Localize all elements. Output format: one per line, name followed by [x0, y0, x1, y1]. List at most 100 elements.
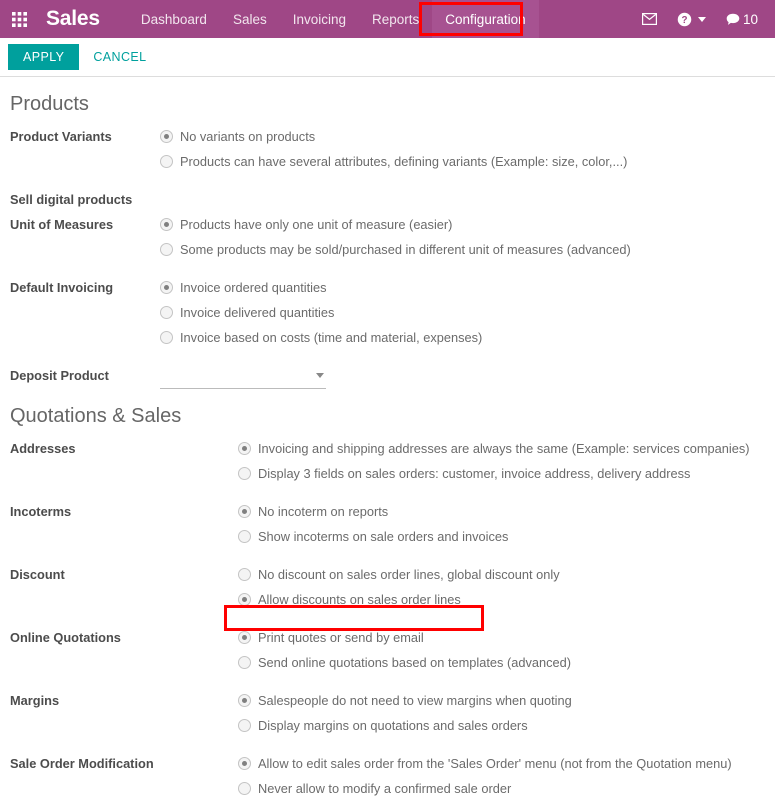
- radio-option[interactable]: Send online quotations based on template…: [238, 650, 775, 675]
- setting-label: Discount: [10, 567, 65, 582]
- radio-option[interactable]: Salespeople do not need to view margins …: [238, 688, 775, 713]
- mail-button[interactable]: [633, 0, 666, 38]
- radio-indicator[interactable]: [238, 631, 251, 644]
- radio-option[interactable]: Display 3 fields on sales orders: custom…: [238, 461, 775, 486]
- radio-option[interactable]: Products can have several attributes, de…: [160, 149, 775, 174]
- radio-option-label: Invoicing and shipping addresses are alw…: [258, 441, 750, 456]
- radio-option-label: Never allow to modify a confirmed sale o…: [258, 781, 512, 796]
- radio-option[interactable]: Invoicing and shipping addresses are alw…: [238, 436, 775, 461]
- radio-indicator[interactable]: [238, 656, 251, 669]
- radio-indicator[interactable]: [160, 218, 173, 231]
- settings-group-products: Product Variants No variants on products…: [0, 124, 775, 389]
- radio-option[interactable]: Print quotes or send by email: [238, 625, 775, 650]
- question-circle-icon: ?: [677, 12, 692, 26]
- spacer-row: [0, 262, 775, 275]
- radio-option-allow-discounts[interactable]: Allow discounts on sales order lines: [238, 587, 775, 612]
- setting-options: [160, 363, 775, 389]
- setting-label: Margins: [10, 693, 60, 708]
- apply-button[interactable]: APPLY: [8, 44, 80, 70]
- radio-indicator[interactable]: [238, 442, 251, 455]
- radio-indicator[interactable]: [238, 568, 251, 581]
- speech-bubble-icon: [726, 13, 740, 25]
- apps-grid-icon: [11, 11, 27, 27]
- radio-option[interactable]: Invoice ordered quantities: [160, 275, 775, 300]
- radio-indicator[interactable]: [238, 694, 251, 707]
- radio-option-label: Some products may be sold/purchased in d…: [180, 242, 631, 257]
- radio-option[interactable]: Invoice delivered quantities: [160, 300, 775, 325]
- radio-option[interactable]: Never allow to modify a confirmed sale o…: [238, 776, 775, 801]
- radio-indicator[interactable]: [160, 130, 173, 143]
- apps-grid-button[interactable]: [0, 0, 38, 38]
- radio-option[interactable]: Products have only one unit of measure (…: [160, 212, 775, 237]
- radio-option-label: Send online quotations based on template…: [258, 655, 572, 670]
- spacer-row: [0, 675, 775, 688]
- setting-options: Invoicing and shipping addresses are alw…: [238, 436, 775, 486]
- setting-label: Product Variants: [10, 129, 112, 144]
- setting-row-addresses: Addresses Invoicing and shipping address…: [0, 436, 775, 486]
- radio-option-label: Invoice delivered quantities: [180, 305, 335, 320]
- radio-option[interactable]: Display margins on quotations and sales …: [238, 713, 775, 738]
- spacer-row: [0, 549, 775, 562]
- envelope-icon: [641, 13, 657, 25]
- navbar-right-tools: ? 10: [633, 0, 775, 38]
- menu-item-reports[interactable]: Reports: [359, 0, 432, 38]
- radio-option[interactable]: Allow to edit sales order from the 'Sale…: [238, 751, 775, 776]
- setting-options: No incoterm on reports Show incoterms on…: [238, 499, 775, 549]
- spacer-row: [0, 738, 775, 751]
- spacer-row: [0, 174, 775, 187]
- setting-options: Allow to edit sales order from the 'Sale…: [238, 751, 775, 801]
- radio-indicator[interactable]: [238, 719, 251, 732]
- radio-option[interactable]: No variants on products: [160, 124, 775, 149]
- radio-option-label: No discount on sales order lines, global…: [258, 567, 560, 582]
- section-title-products: Products: [10, 93, 89, 115]
- radio-option-label: Allow to edit sales order from the 'Sale…: [258, 756, 732, 771]
- radio-indicator[interactable]: [160, 281, 173, 294]
- help-menu-button[interactable]: ?: [668, 0, 715, 38]
- menu-item-configuration[interactable]: Configuration: [432, 0, 539, 38]
- spacer-row: [0, 612, 775, 625]
- setting-row-online-quotations: Online Quotations Print quotes or send b…: [0, 625, 775, 675]
- radio-indicator[interactable]: [160, 306, 173, 319]
- setting-options: [160, 187, 775, 212]
- setting-options: Invoice ordered quantities Invoice deliv…: [160, 275, 775, 350]
- setting-row-product-variants: Product Variants No variants on products…: [0, 124, 775, 174]
- radio-indicator[interactable]: [238, 757, 251, 770]
- setting-row-sale-order-modification: Sale Order Modification Allow to edit sa…: [0, 751, 775, 801]
- radio-indicator[interactable]: [238, 593, 251, 606]
- section-title-quotations-and-sales: Quotations & Sales: [10, 405, 182, 427]
- setting-label: Sale Order Modification: [10, 756, 154, 771]
- cancel-button[interactable]: CANCEL: [79, 44, 160, 70]
- setting-row-sell-digital-products: Sell digital products: [0, 187, 775, 212]
- radio-option-label: Print quotes or send by email: [258, 630, 424, 645]
- setting-label: Default Invoicing: [10, 280, 114, 295]
- setting-row-discount: Discount No discount on sales order line…: [0, 562, 775, 612]
- radio-indicator[interactable]: [238, 467, 251, 480]
- radio-indicator[interactable]: [238, 782, 251, 795]
- radio-indicator[interactable]: [160, 243, 173, 256]
- menu-item-invoicing[interactable]: Invoicing: [280, 0, 359, 38]
- radio-option[interactable]: Invoice based on costs (time and materia…: [160, 325, 775, 350]
- radio-indicator[interactable]: [160, 331, 173, 344]
- menu-item-dashboard[interactable]: Dashboard: [128, 0, 220, 38]
- messages-button[interactable]: 10: [717, 0, 767, 38]
- deposit-product-dropdown[interactable]: [160, 363, 326, 389]
- radio-indicator[interactable]: [238, 505, 251, 518]
- radio-option-label: Products can have several attributes, de…: [180, 154, 628, 169]
- messages-count: 10: [742, 11, 758, 27]
- radio-option[interactable]: Show incoterms on sale orders and invoic…: [238, 524, 775, 549]
- setting-row-default-invoicing: Default Invoicing Invoice ordered quanti…: [0, 275, 775, 350]
- setting-label: Sell digital products: [10, 192, 133, 207]
- control-panel: APPLY CANCEL: [0, 38, 775, 77]
- radio-option[interactable]: No discount on sales order lines, global…: [238, 562, 775, 587]
- radio-indicator[interactable]: [160, 155, 173, 168]
- app-brand-title[interactable]: Sales: [38, 0, 106, 38]
- radio-option[interactable]: Some products may be sold/purchased in d…: [160, 237, 775, 262]
- menu-item-sales[interactable]: Sales: [220, 0, 280, 38]
- top-navbar: Sales Dashboard Sales Invoicing Reports …: [0, 0, 775, 38]
- radio-option-label: Show incoterms on sale orders and invoic…: [258, 529, 509, 544]
- setting-options: Products have only one unit of measure (…: [160, 212, 775, 262]
- setting-row-incoterms: Incoterms No incoterm on reports Show in…: [0, 499, 775, 549]
- setting-options: No variants on products Products can hav…: [160, 124, 775, 174]
- radio-indicator[interactable]: [238, 530, 251, 543]
- radio-option[interactable]: No incoterm on reports: [238, 499, 775, 524]
